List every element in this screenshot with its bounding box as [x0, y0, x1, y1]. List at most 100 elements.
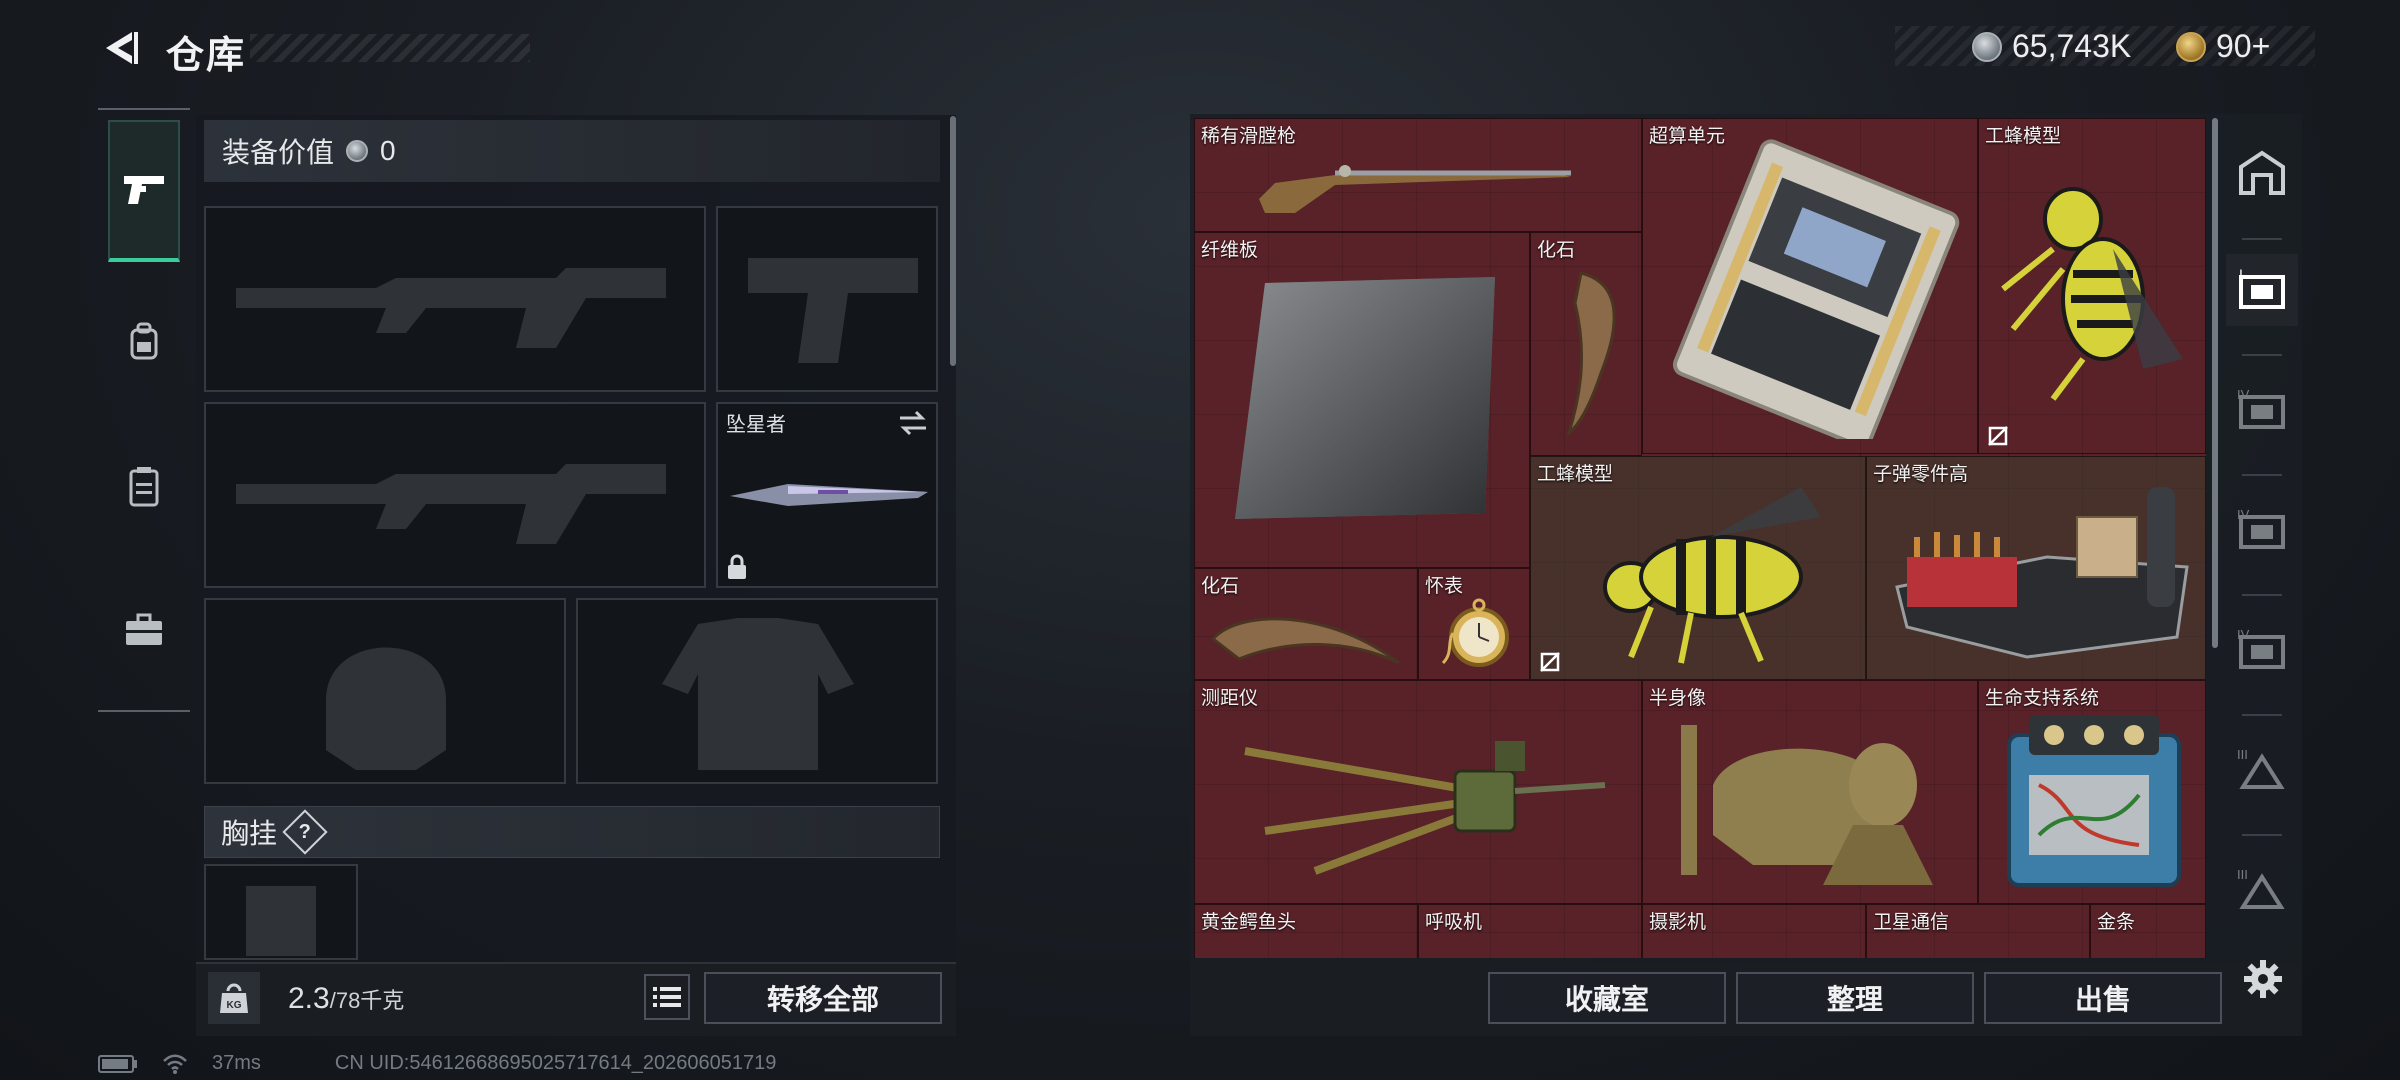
backpack-icon [130, 322, 158, 360]
equipment-value-label: 装备价值 [222, 137, 335, 168]
tab-case[interactable] [108, 594, 180, 666]
equipment-scrollbar[interactable] [950, 116, 956, 366]
bust-statue-image [1681, 725, 1933, 885]
storage-item[interactable]: 生命支持系统 [1978, 680, 2206, 904]
storage-item[interactable]: 纤维板 [1194, 232, 1530, 568]
storage-item[interactable]: 工蜂模型 [1978, 118, 2206, 454]
storage-item[interactable]: 怀表 [1418, 568, 1530, 680]
svg-text:III: III [2237, 747, 2248, 762]
tab-storage-1[interactable]: I [2226, 254, 2298, 326]
svg-text:IV: IV [2237, 627, 2250, 642]
wasp-model-image [1603, 487, 1821, 664]
chest-rig-label: 胸挂 [221, 818, 278, 849]
storage-item[interactable]: 化石 [1530, 232, 1642, 456]
ping-text: 37ms [212, 1052, 261, 1074]
weight-max: /78千克 [329, 988, 405, 1013]
equipment-value-header: 装备价值 0 [204, 120, 940, 182]
status-bar: 37ms CN UID:546126686950257176­14_202606… [98, 1052, 776, 1075]
fossil-claw-image [1210, 617, 1400, 665]
life-support-image [2007, 715, 2181, 887]
collection-room-button[interactable]: 收藏室 [1488, 972, 1726, 1024]
chest-rig-silhouette-icon [246, 886, 316, 956]
musket-image [1259, 165, 1571, 213]
organize-button[interactable]: 整理 [1736, 972, 1974, 1024]
silver-currency[interactable]: 65,743K [1972, 28, 2131, 65]
item-label: 化石 [1201, 576, 1240, 597]
storage-item[interactable]: 呼吸机 [1418, 904, 1642, 958]
transfer-all-button[interactable]: 转移全部 [704, 972, 942, 1024]
roof-icon [2239, 150, 2285, 195]
swap-icon[interactable] [898, 410, 928, 436]
rifle-silhouette-icon [236, 268, 666, 348]
tab-weapons[interactable] [108, 120, 180, 262]
helmet-silhouette-icon [326, 647, 446, 770]
tab-storage-3[interactable]: IV [2226, 494, 2298, 566]
bullet-parts-image [1895, 487, 2189, 659]
briefcase-icon [126, 613, 162, 645]
wifi-icon [163, 1054, 187, 1074]
uid-text: CN UID:546126686950257176­14_20260605171… [334, 1052, 777, 1074]
primary-weapon-slot-1[interactable] [204, 206, 706, 392]
pistol-slot[interactable] [716, 206, 938, 392]
storage-item[interactable]: 半身像 [1642, 680, 1978, 904]
tab-backpack[interactable] [108, 306, 180, 378]
list-view-button[interactable] [644, 974, 690, 1020]
storage-item[interactable]: 化石 [1194, 568, 1418, 680]
item-label: 测距仪 [1201, 688, 1259, 709]
chest-rig-slot[interactable] [204, 864, 358, 960]
svg-text:I: I [2239, 267, 2243, 282]
svg-text:IV: IV [2237, 507, 2250, 522]
gold-currency[interactable]: 90+ [2176, 28, 2270, 65]
weight-current: 2.3 [288, 982, 330, 1015]
chest-rig-header: 胸挂 ? [204, 806, 940, 858]
storage-I-icon: I [2239, 267, 2285, 309]
title-decoration [250, 34, 530, 62]
svg-text:KG: KG [227, 1000, 242, 1011]
storage-item[interactable]: 测距仪 [1194, 680, 1642, 904]
tab-storage-home[interactable] [2226, 136, 2298, 208]
primary-weapon-slot-2[interactable] [204, 402, 706, 588]
tab-vest[interactable] [108, 450, 180, 522]
melee-slot[interactable]: 坠星者 [716, 402, 938, 588]
equipment-value: 0 [380, 135, 396, 166]
wasp-model-image [2001, 187, 2183, 401]
item-label: 卫星通信 [1873, 912, 1950, 933]
storage-item[interactable]: 工蜂模型 [1530, 456, 1866, 680]
tab-storage-2[interactable]: IV [2226, 374, 2298, 446]
help-icon[interactable]: ? [282, 809, 328, 855]
svg-text:III: III [2237, 867, 2248, 882]
no-insurance-icon [1988, 426, 2008, 446]
storage-IV-icon: IV [2237, 627, 2285, 669]
gear-icon [2244, 960, 2282, 998]
storage-scrollbar[interactable] [2212, 118, 2218, 648]
back-button[interactable] [96, 24, 144, 72]
knife-icon [730, 484, 928, 506]
storage-grid: 稀有滑膛枪 超算单元 工蜂模型 纤维板 化石 工蜂模型 子弹零件高 化石 怀表 … [1194, 118, 2206, 958]
supercomputer-image [1673, 139, 1960, 439]
lock-icon [728, 554, 746, 579]
tab-storage-6[interactable]: III [2226, 854, 2298, 926]
storage-item[interactable]: 金条 [2090, 904, 2206, 958]
page-title: 仓库 [166, 35, 247, 77]
helmet-slot[interactable] [204, 598, 566, 784]
sell-button[interactable]: 出售 [1984, 972, 2222, 1024]
gold-amount: 90+ [2216, 28, 2271, 64]
pistol-icon [124, 176, 164, 204]
settings-button[interactable] [2238, 954, 2288, 1004]
armor-slot[interactable] [576, 598, 938, 784]
storage-item[interactable]: 摄影机 [1642, 904, 1866, 958]
svg-text:IV: IV [2237, 387, 2250, 402]
item-label: 化石 [1537, 240, 1576, 261]
storage-IV-icon: IV [2237, 507, 2285, 549]
storage-item[interactable]: 子弹零件高 [1866, 456, 2206, 680]
fiberboard-image [1235, 277, 1495, 519]
item-label: 工蜂模型 [1985, 126, 2062, 147]
tab-storage-4[interactable]: IV [2226, 614, 2298, 686]
storage-item[interactable]: 黄金鳄鱼头 [1194, 904, 1418, 958]
silver-coin-icon [1972, 31, 2002, 62]
tab-storage-5[interactable]: III [2226, 734, 2298, 806]
fossil-claw-image [1566, 271, 1616, 438]
storage-item[interactable]: 卫星通信 [1866, 904, 2090, 958]
storage-item[interactable]: 超算单元 [1642, 118, 1978, 454]
storage-item[interactable]: 稀有滑膛枪 [1194, 118, 1642, 232]
